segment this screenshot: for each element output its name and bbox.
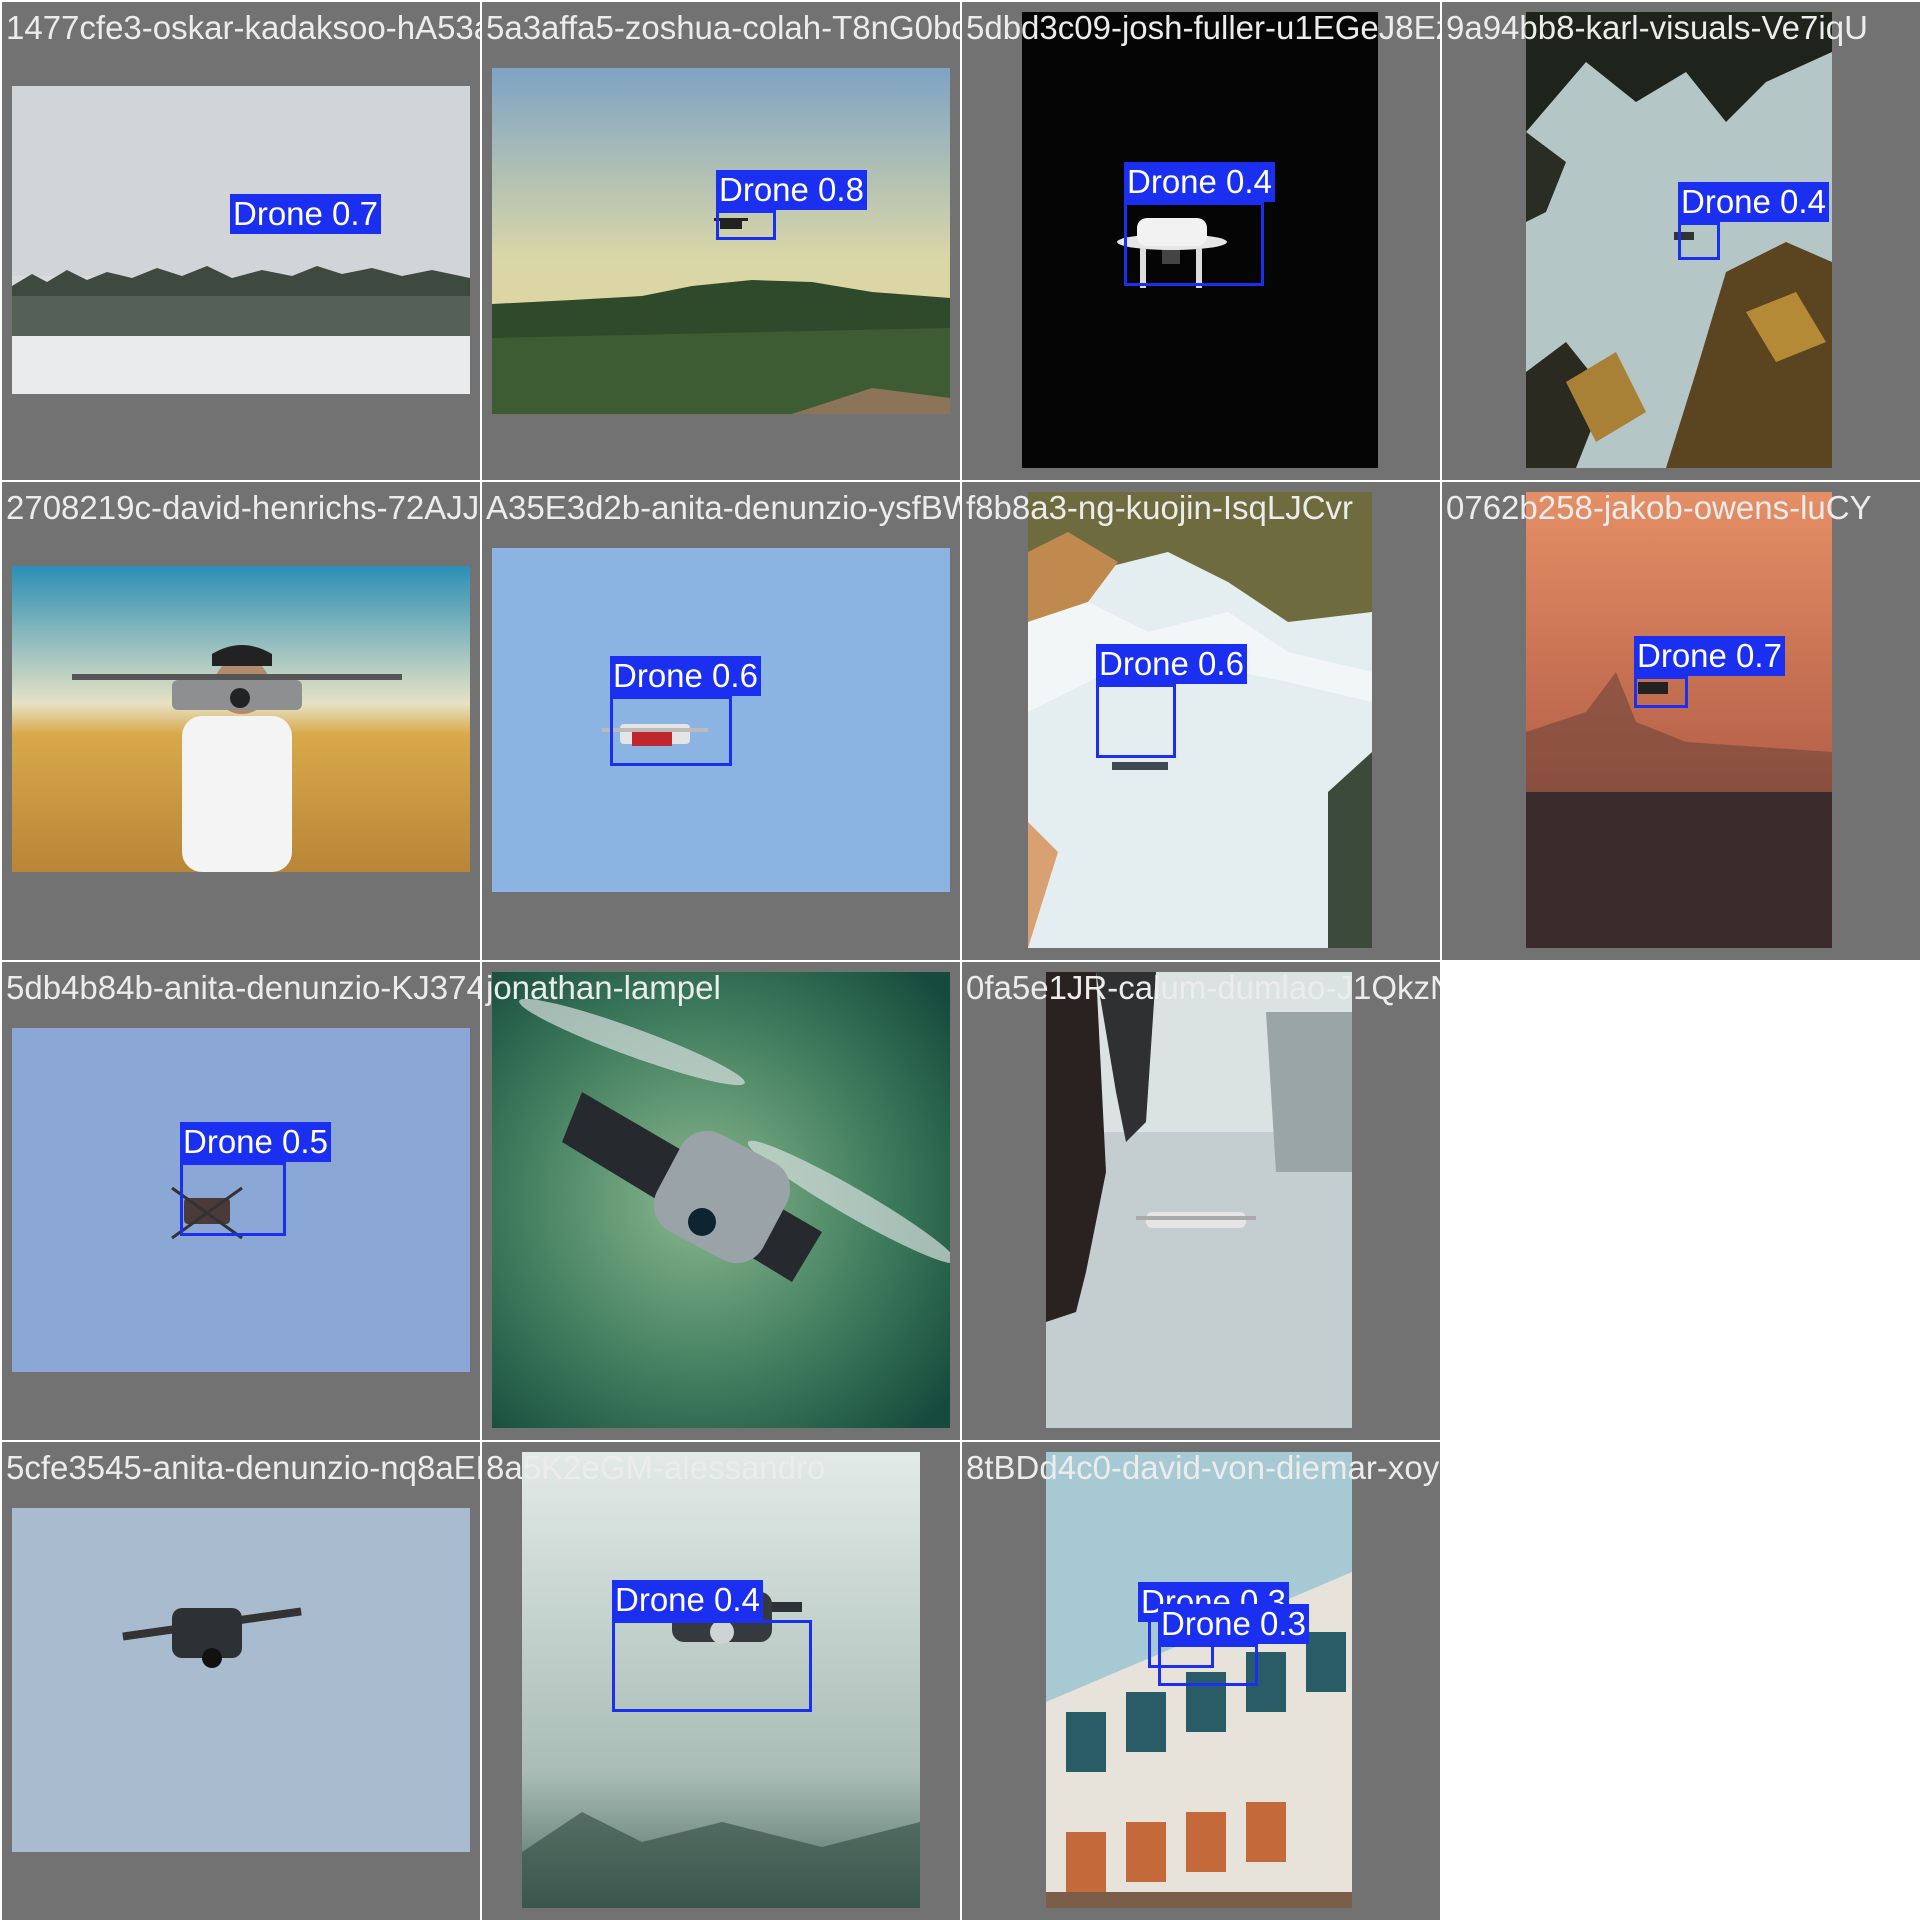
tile-image [1046,972,1352,1428]
tile-12: 5cfe3545-anita-denunzio-nq8aEK2eGM-aless… [2,1442,480,1920]
tile-8: Drone 0.7 0762b258-jakob-owens-luCY [1442,482,1920,960]
tile-5: 2708219c-david-henrichs-72AJJSoE38pz4-un… [2,482,480,960]
tile-title: 8tBDd4c0-david-von-diemar-xoyHw4P0gyA-un [966,1449,1440,1486]
tile-title: 5cfe3545-anita-denunzio-nq8aEK2eGM-aless… [6,1449,480,1486]
bounding-box [1678,222,1720,260]
tile-4: Drone 0.4 9a94bb8-karl-visuals-Ve7iqU [1442,2,1920,480]
detection-label: Drone 0.6 [610,656,761,696]
tile-title: A35E3d2b-anita-denunzio-ysfBWaG4mgKuojin… [486,489,960,526]
empty-area [1440,960,1920,1920]
detection-label: Drone 0.3 [1158,1604,1309,1644]
bounding-box [1124,202,1264,286]
detection-label: Drone 0.7 [1634,636,1785,676]
detection-label: Drone 0.4 [1124,162,1275,202]
tile-title: 0fa5e1JR-calum-dumlao-J1QkzNckrRQ-unspl [966,969,1440,1006]
tile-image [1526,492,1832,948]
tile-7: Drone 0.6 f8b8a3-ng-kuojin-IsqLJCvr [962,482,1440,960]
tile-10: jonathan-lampel [482,962,960,1440]
bounding-box [716,210,776,240]
tile-9: Drone 0.5 5db4b84b-anita-denunzio-KJ374l… [2,962,480,1440]
tile-image [492,972,950,1428]
tile-title: f8b8a3-ng-kuojin-IsqLJCvr [966,489,1354,526]
tile-image [12,86,470,394]
tile-2: Drone 0.8 5a3affa5-zoshua-colah-T8nG0bd9… [482,2,960,480]
tile-title: 5a3affa5-zoshua-colah-T8nG0bd95C0-unspla [486,9,960,46]
detection-label: Drone 0.7 [230,194,381,234]
tile-title: 5dbd3c09-josh-fuller-u1EGeJ8Ez5b8-unspl [966,9,1440,46]
tile-title: 8a5K2eGM-alessandro [486,1449,826,1486]
tile-title: 2708219c-david-henrichs-72AJJSoE38pz4-un… [6,489,480,526]
tile-1: Drone 0.7 1477cfe3-oskar-kadaksoo-hA53aT… [2,2,480,480]
tile-image [12,566,470,872]
bounding-box [1158,1644,1258,1686]
bounding-box [610,696,732,766]
tile-title: 5db4b84b-anita-denunzio-KJ374l99EE-jonat… [6,969,480,1006]
detection-label: Drone 0.8 [716,170,867,210]
tile-11: 0fa5e1JR-calum-dumlao-J1QkzNckrRQ-unspl [962,962,1440,1440]
tile-3: Drone 0.4 5dbd3c09-josh-fuller-u1EGeJ8Ez… [962,2,1440,480]
detection-label: Drone 0.5 [180,1122,331,1162]
bounding-box [612,1620,812,1712]
bounding-box [180,1162,286,1236]
tile-image [12,1508,470,1852]
detection-label: Drone 0.4 [612,1580,763,1620]
tile-image [1028,492,1372,948]
tile-title: 0762b258-jakob-owens-luCY [1446,489,1872,526]
tile-title: 9a94bb8-karl-visuals-Ve7iqU [1446,9,1868,46]
detection-label: Drone 0.6 [1096,644,1247,684]
tile-title: jonathan-lampel [486,969,721,1006]
tile-14: Drone 0.3 Drone 0.3 8tBDd4c0-david-von-d… [962,1442,1440,1920]
tile-image [492,68,950,414]
tile-13: Drone 0.4 8a5K2eGM-alessandro [482,1442,960,1920]
bounding-box [1634,676,1688,708]
detection-label: Drone 0.4 [1678,182,1829,222]
tile-6: Drone 0.6 A35E3d2b-anita-denunzio-ysfBWa… [482,482,960,960]
bounding-box [1096,684,1176,758]
tile-title: 1477cfe3-oskar-kadaksoo-hA53aTT26cNA-uns… [6,9,480,46]
